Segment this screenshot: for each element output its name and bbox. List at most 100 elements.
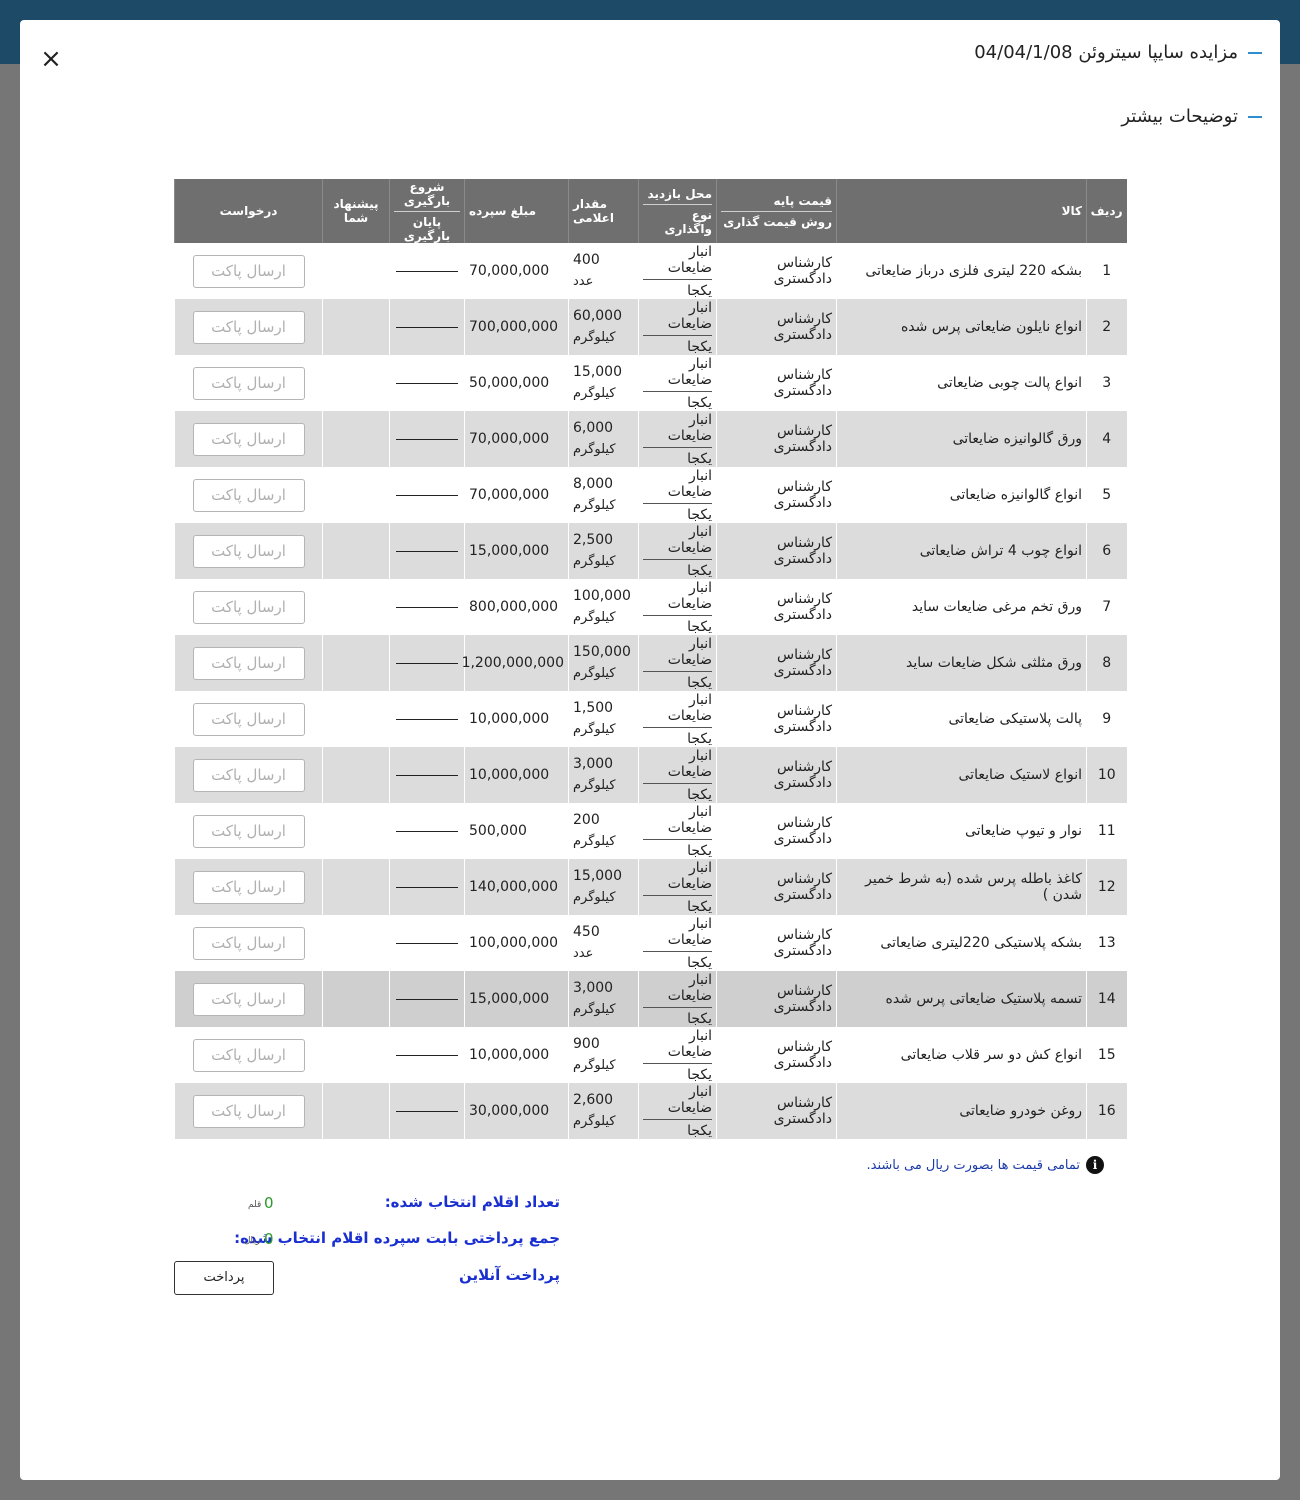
row-pricing-method: کارشناس دادگستری [716,243,837,299]
row-deposit: 1,200,000,000 [462,635,569,691]
row-quantity: 2,500 کیلوگرم [568,523,639,579]
loading-dash [396,998,458,1000]
send-packet-button[interactable]: ارسال پاکت [192,310,305,344]
subtitle-text: توضیحات بیشتر [1121,106,1238,127]
row-visit: انبار ضایعات یکجا [638,523,717,579]
row-quantity-value: 6,000 [573,420,614,436]
row-quantity-value: 2,500 [573,532,614,548]
row-pricing-method: کارشناس دادگستری [716,523,837,579]
row-loading [389,523,465,579]
col-loading-end: پایان بارگیری [403,214,451,243]
row-request: ارسال پاکت [174,915,323,971]
row-quantity-unit: کیلوگرم [573,722,616,737]
row-deposit: 70,000,000 [464,411,569,467]
auction-items-table: ردیف کالا قیمت پایه روش قیمت گذاری محل ب… [174,179,1127,1139]
loading-dash [396,494,458,496]
row-quantity: 150,000 کیلوگرم [568,635,639,691]
loading-dash [396,886,458,888]
row-assignment-type: یکجا [687,562,712,579]
send-packet-button[interactable]: ارسال پاکت [192,422,305,456]
row-deposit: 10,000,000 [464,747,569,803]
row-assignment-type: یکجا [687,1122,712,1139]
table-row: 13 بشکه پلاستیکی 220لیتری ضایعاتی کارشناس … [174,915,1127,971]
send-packet-button[interactable]: ارسال پاکت [192,1094,305,1128]
send-packet-button[interactable]: ارسال پاکت [192,870,305,904]
row-index: 13 [1086,915,1127,971]
send-packet-button[interactable]: ارسال پاکت [192,702,305,736]
row-your-offer [322,579,390,635]
row-deposit: 15,000,000 [464,971,569,1027]
row-your-offer [322,411,390,467]
row-visit-location: انبار ضایعات [643,1028,712,1064]
pay-button[interactable]: پرداخت [174,1261,274,1295]
row-loading [389,747,465,803]
row-pricing-method: کارشناس دادگستری [716,299,837,355]
send-packet-button[interactable]: ارسال پاکت [192,254,305,288]
row-assignment-type: یکجا [687,450,712,467]
row-pricing-method: کارشناس دادگستری [716,691,837,747]
row-visit-location: انبار ضایعات [643,468,712,504]
send-packet-button[interactable]: ارسال پاکت [192,534,305,568]
row-request: ارسال پاکت [174,579,323,635]
row-item-name: ورق تخم مرغی ضایعات ساید [836,579,1087,635]
row-quantity-unit: کیلوگرم [573,890,616,905]
send-packet-button[interactable]: ارسال پاکت [192,478,305,512]
row-quantity-unit: کیلوگرم [573,1002,616,1017]
loading-dash [396,606,458,608]
loading-dash [396,1110,458,1112]
row-index: 14 [1086,971,1127,1027]
row-loading [389,1083,465,1139]
row-assignment-type: یکجا [687,1066,712,1083]
row-pricing-method: کارشناس دادگستری [716,971,837,1027]
row-deposit: 70,000,000 [464,243,569,299]
send-packet-button[interactable]: ارسال پاکت [192,366,305,400]
send-packet-button[interactable]: ارسال پاکت [192,982,305,1016]
row-index: 4 [1086,411,1127,467]
table-row: 11 نوار و تیوپ ضایعاتی کارشناس دادگستری انب… [174,803,1127,859]
row-quantity: 450 عدد [568,915,639,971]
row-visit-location: انبار ضایعات [643,860,712,896]
row-quantity-value: 1,500 [573,700,614,716]
row-quantity-value: 200 [573,812,600,828]
send-packet-button[interactable]: ارسال پاکت [192,646,305,680]
close-icon[interactable]: × [40,46,62,72]
row-deposit: 700,000,000 [464,299,569,355]
row-visit: انبار ضایعات یکجا [638,355,717,411]
row-deposit: 15,000,000 [464,523,569,579]
row-request: ارسال پاکت [174,747,323,803]
row-quantity-value: 150,000 [573,644,631,660]
row-request: ارسال پاکت [174,1027,323,1083]
loading-dash [396,550,458,552]
row-quantity-value: 15,000 [573,364,622,380]
row-assignment-type: یکجا [687,618,712,635]
send-packet-button[interactable]: ارسال پاکت [192,814,305,848]
auction-details-modal: × مزایده سایپا سیتروئن 04/04/1/08 توضیحا… [20,20,1280,1480]
row-pricing-method: کارشناس دادگستری [716,859,837,915]
row-loading [389,1027,465,1083]
row-visit: انبار ضایعات یکجا [638,971,717,1027]
row-quantity: 400 عدد [568,243,639,299]
row-deposit: 70,000,000 [464,467,569,523]
table-row: 5 انواع گالوانیزه ضایعاتی کارشناس دادگستری… [174,467,1127,523]
row-item-name: ورق مثلثی شکل ضایعات ساید [836,635,1087,691]
send-packet-button[interactable]: ارسال پاکت [192,1038,305,1072]
row-item-name: انواع کش دو سر قلاب ضایعاتی [836,1027,1087,1083]
row-quantity-unit: کیلوگرم [573,1058,616,1073]
row-visit-location: انبار ضایعات [643,636,712,672]
row-assignment-type: یکجا [687,394,712,411]
row-deposit: 30,000,000 [464,1083,569,1139]
row-quantity: 15,000 کیلوگرم [568,355,639,411]
row-request: ارسال پاکت [174,523,323,579]
row-item-name: ورق گالوانیزه ضایعاتی [836,411,1087,467]
send-packet-button[interactable]: ارسال پاکت [192,926,305,960]
row-your-offer [322,691,390,747]
row-quantity-unit: عدد [573,274,594,289]
row-visit: انبار ضایعات یکجا [638,467,717,523]
send-packet-button[interactable]: ارسال پاکت [192,590,305,624]
row-request: ارسال پاکت [174,635,323,691]
row-loading [389,971,465,1027]
send-packet-button[interactable]: ارسال پاکت [192,758,305,792]
row-loading [389,915,465,971]
row-visit-location: انبار ضایعات [643,972,712,1008]
col-your-offer: پیشنهاد شما [322,179,390,243]
